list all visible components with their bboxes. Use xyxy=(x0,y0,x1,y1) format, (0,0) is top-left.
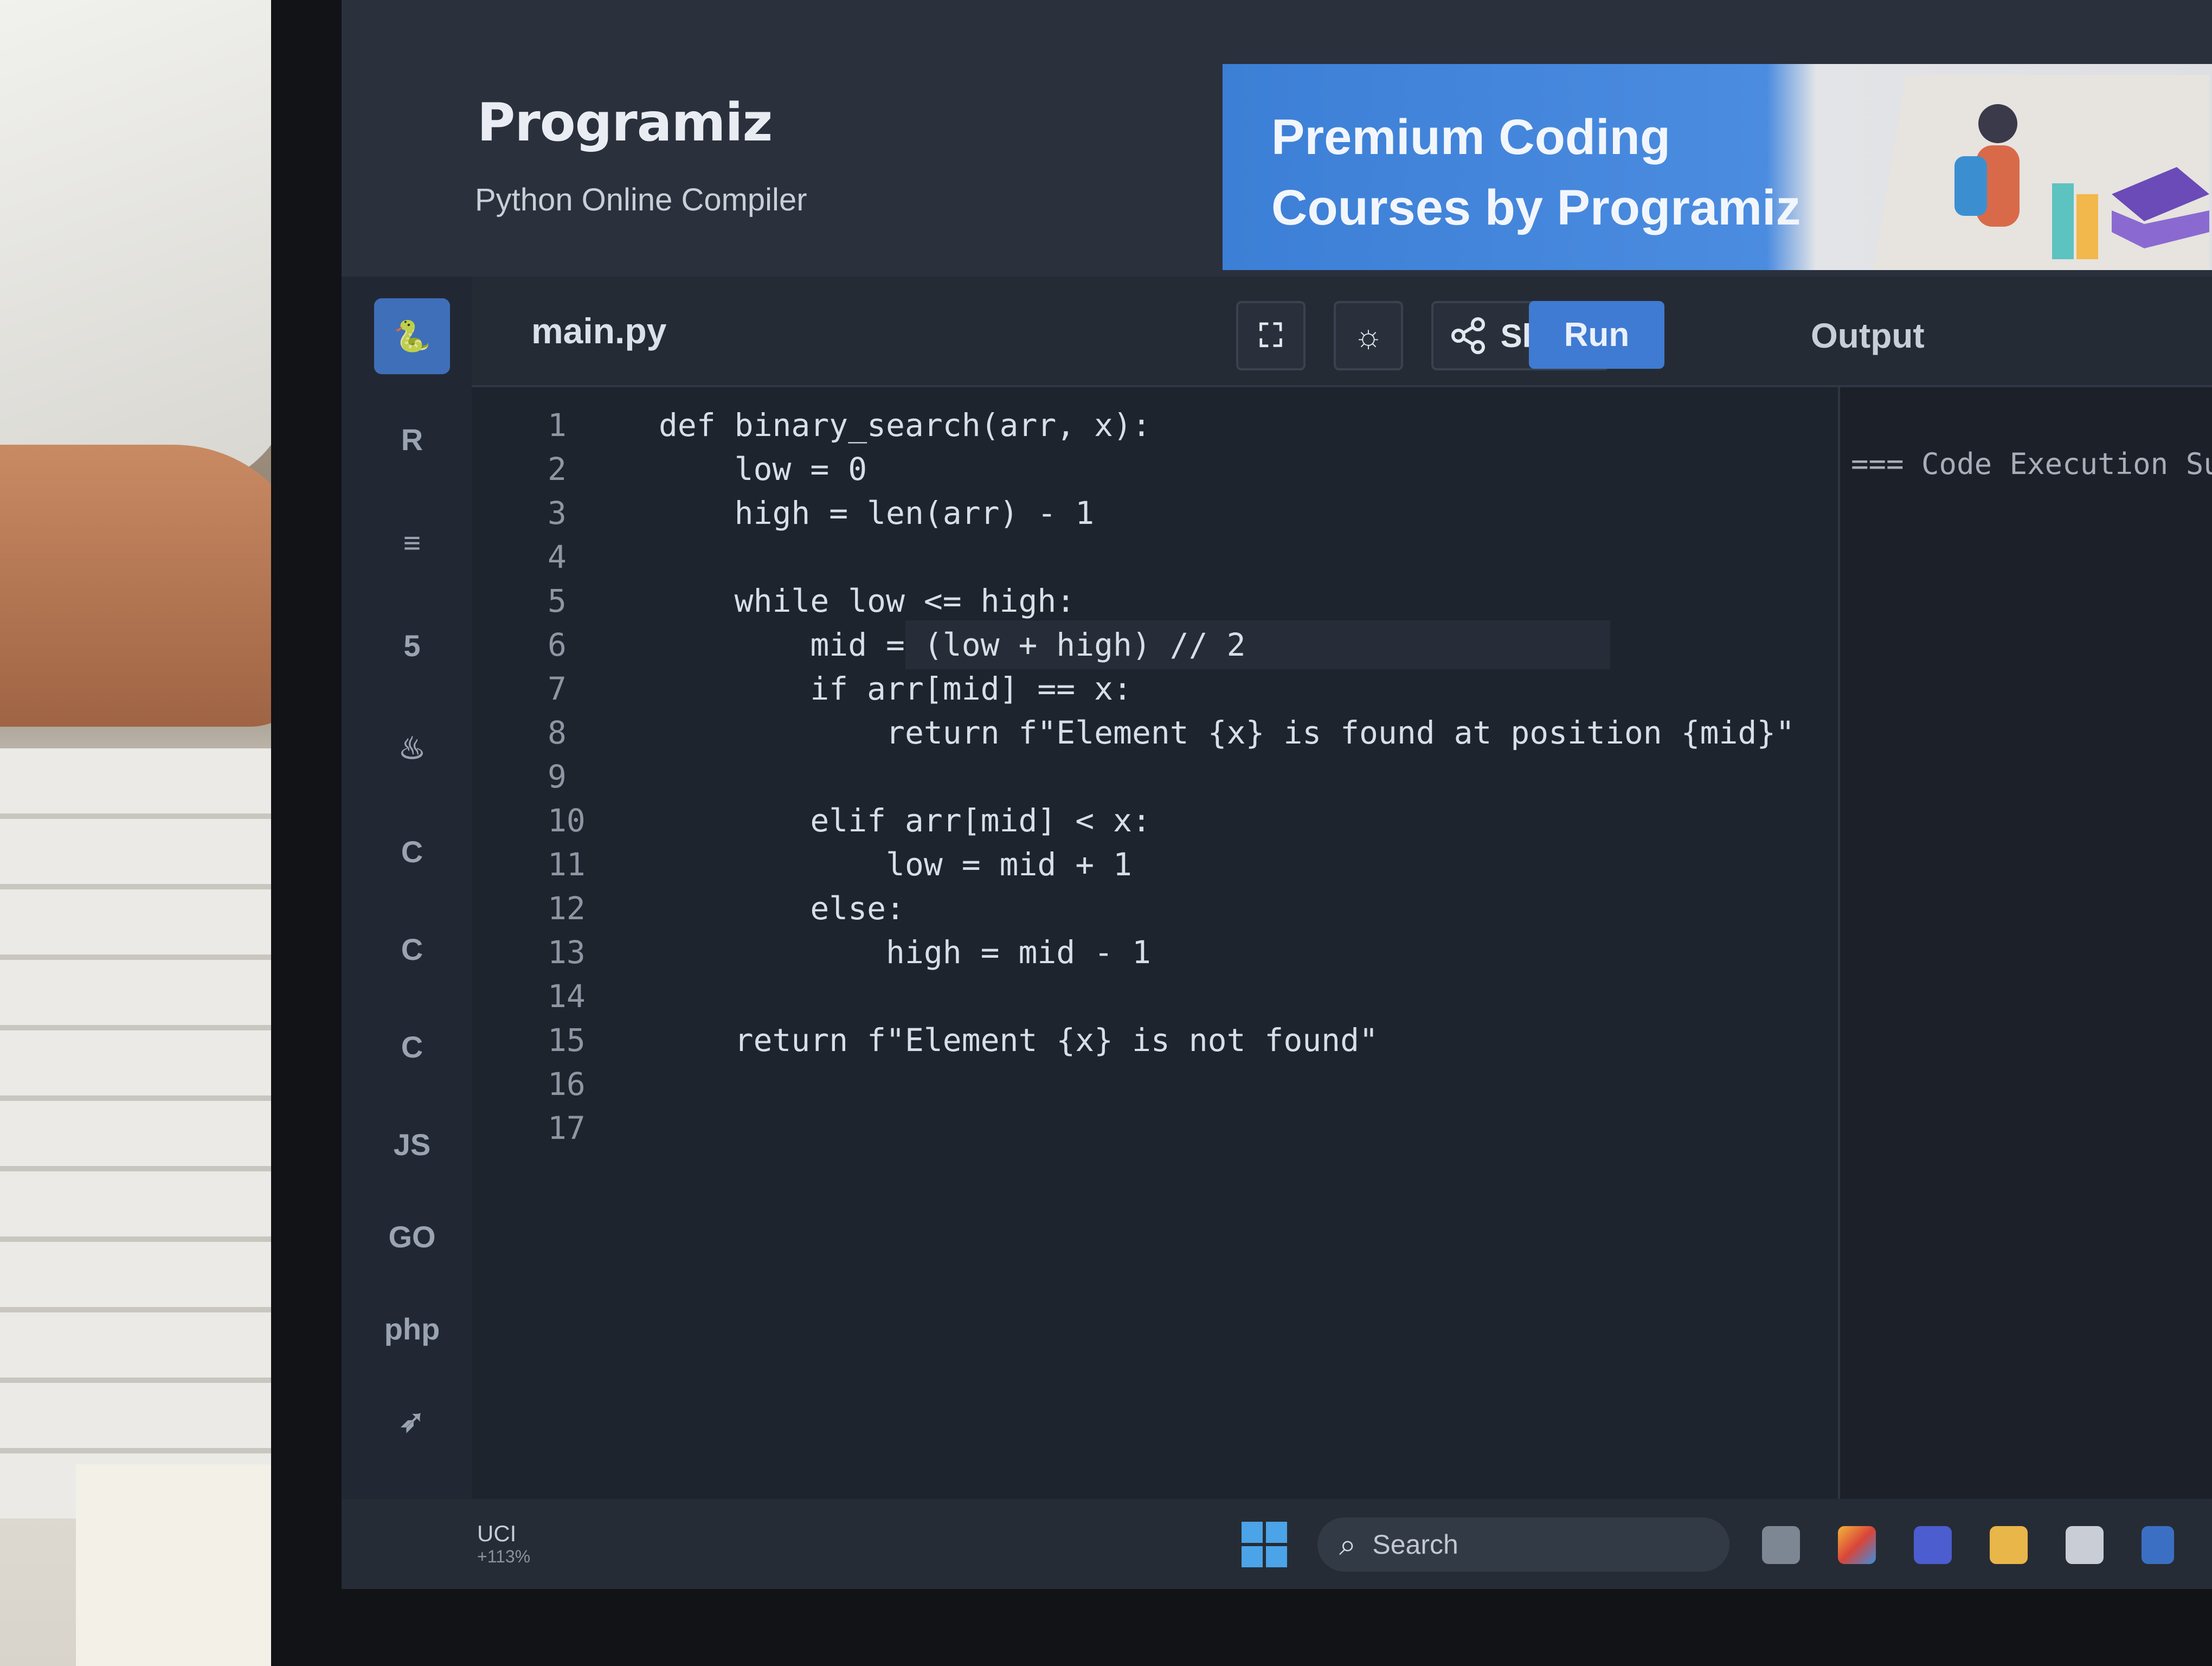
fullscreen-button[interactable]: ⛶ xyxy=(1236,301,1306,370)
store-icon[interactable] xyxy=(2066,1526,2104,1564)
task-view-icon[interactable] xyxy=(1762,1526,1800,1564)
teams-icon[interactable] xyxy=(1914,1526,1952,1564)
line-number: 16 xyxy=(548,1066,586,1103)
search-icon: ⌕ xyxy=(1339,1527,1356,1561)
sidebar-item-java[interactable]: ♨ xyxy=(374,710,450,786)
windows-taskbar: UCI +113% ⌕ Search xyxy=(342,1499,2212,1589)
sidebar-item-swift[interactable]: ➶ xyxy=(374,1383,450,1459)
sidebar-item-php[interactable]: php xyxy=(374,1291,450,1367)
line-number: 8 xyxy=(548,714,567,751)
page-subtitle: Python Online Compiler xyxy=(475,182,807,217)
language-sidebar: 🐍 R ≡ 5 ♨ C C C JS GO php ➶ xyxy=(342,277,474,1589)
sidebar-item-python[interactable]: 🐍 xyxy=(374,298,450,374)
sidebar-item-c[interactable]: C xyxy=(374,813,450,889)
taskbar-search[interactable]: ⌕ Search xyxy=(1317,1517,1729,1572)
weather-widget[interactable]: UCI +113% xyxy=(477,1521,530,1567)
code-text: mid = (low + high) // 2 xyxy=(659,626,1246,663)
code-text: return f"Element {x} is not found" xyxy=(659,1022,1378,1059)
code-text: while low <= high: xyxy=(659,582,1076,619)
sidebar-item-go[interactable]: GO xyxy=(374,1199,450,1274)
line-number: 7 xyxy=(548,670,567,707)
line-number: 4 xyxy=(548,539,567,575)
banner-text: Premium Coding Courses by Programiz xyxy=(1271,102,1801,243)
output-panel: === Code Execution Su xyxy=(1838,387,2212,1499)
sidebar-item-html[interactable]: 5 xyxy=(374,607,450,683)
code-editor[interactable]: 1 def binary_search(arr, x): 2 low = 0 3 hi… xyxy=(472,387,1838,1499)
copilot-icon[interactable] xyxy=(1838,1526,1876,1564)
file-explorer-icon[interactable] xyxy=(1990,1526,2028,1564)
windows-start-icon[interactable] xyxy=(1242,1522,1287,1567)
sidebar-item-js[interactable]: JS xyxy=(374,1106,450,1182)
file-tab-main-py[interactable]: main.py xyxy=(531,310,666,351)
app-icon[interactable] xyxy=(2142,1526,2174,1564)
programiz-logo[interactable]: Programiz xyxy=(477,92,773,153)
python-icon: 🐍 xyxy=(393,319,431,353)
weather-label: UCI xyxy=(477,1521,517,1546)
sidebar-item-r[interactable]: R xyxy=(374,401,450,477)
line-number: 12 xyxy=(548,890,586,927)
code-text: def binary_search(arr, x): xyxy=(659,407,1151,444)
line-number: 2 xyxy=(548,451,567,488)
weather-change: +113% xyxy=(477,1547,531,1566)
line-number: 17 xyxy=(548,1110,586,1146)
fullscreen-icon: ⛶ xyxy=(1259,317,1282,354)
banner-illustration-icon xyxy=(1873,75,2209,270)
line-number: 9 xyxy=(548,758,567,795)
javascript-icon: JS xyxy=(393,1127,431,1162)
code-text: high = len(arr) - 1 xyxy=(659,495,1095,531)
person-arm xyxy=(0,445,314,727)
banner-line-2: Courses by Programiz xyxy=(1271,180,1801,235)
site-header: Programiz Python Online Compiler Premium… xyxy=(342,0,2212,277)
line-number: 1 xyxy=(548,407,567,444)
php-icon: php xyxy=(384,1311,440,1346)
output-text: === Code Execution Su xyxy=(1851,447,2212,481)
code-text: low = 0 xyxy=(659,451,867,488)
line-number: 11 xyxy=(548,846,586,883)
code-text: high = mid - 1 xyxy=(659,934,1151,971)
search-label: Search xyxy=(1372,1529,1458,1560)
code-text: return f"Element {x} is found at positio… xyxy=(659,714,1795,751)
person-shirt xyxy=(0,0,293,488)
cpp-icon: C xyxy=(401,932,423,966)
database-icon: ≡ xyxy=(403,525,421,560)
swift-icon: ➶ xyxy=(399,1404,425,1438)
line-number: 5 xyxy=(548,582,567,619)
code-text: elif arr[mid] < x: xyxy=(659,802,1151,839)
code-text: else: xyxy=(659,890,905,927)
premium-courses-banner[interactable]: Premium Coding Courses by Programiz xyxy=(1223,64,2212,270)
sidebar-item-csharp[interactable]: C xyxy=(374,1009,450,1085)
line-number: 14 xyxy=(548,978,586,1015)
laptop-screen: Programiz Python Online Compiler Premium… xyxy=(342,0,2212,1589)
line-number: 13 xyxy=(548,934,586,971)
line-number: 6 xyxy=(548,626,567,663)
banner-line-1: Premium Coding xyxy=(1271,110,1671,165)
sidebar-item-cpp[interactable]: C xyxy=(374,911,450,987)
share-icon xyxy=(1451,317,1485,354)
html5-icon: 5 xyxy=(403,628,421,663)
go-icon: GO xyxy=(388,1219,436,1254)
sidebar-item-sql[interactable]: ≡ xyxy=(374,504,450,580)
r-icon: R xyxy=(401,422,423,457)
output-tab: Output xyxy=(1811,316,1925,355)
sun-icon: ☼ xyxy=(1353,317,1384,354)
editor-toolbar: main.py ⛶ ☼ S xyxy=(472,277,2212,387)
line-number: 10 xyxy=(548,802,586,839)
run-button[interactable]: Run xyxy=(1529,301,1664,369)
line-number: 3 xyxy=(548,495,567,531)
line-number: 15 xyxy=(548,1022,586,1059)
c-icon: C xyxy=(401,834,423,869)
java-icon: ♨ xyxy=(398,731,426,765)
code-text: low = mid + 1 xyxy=(659,846,1132,883)
theme-toggle-button[interactable]: ☼ xyxy=(1334,301,1403,370)
code-text: if arr[mid] == x: xyxy=(659,670,1132,707)
csharp-icon: C xyxy=(401,1029,423,1064)
